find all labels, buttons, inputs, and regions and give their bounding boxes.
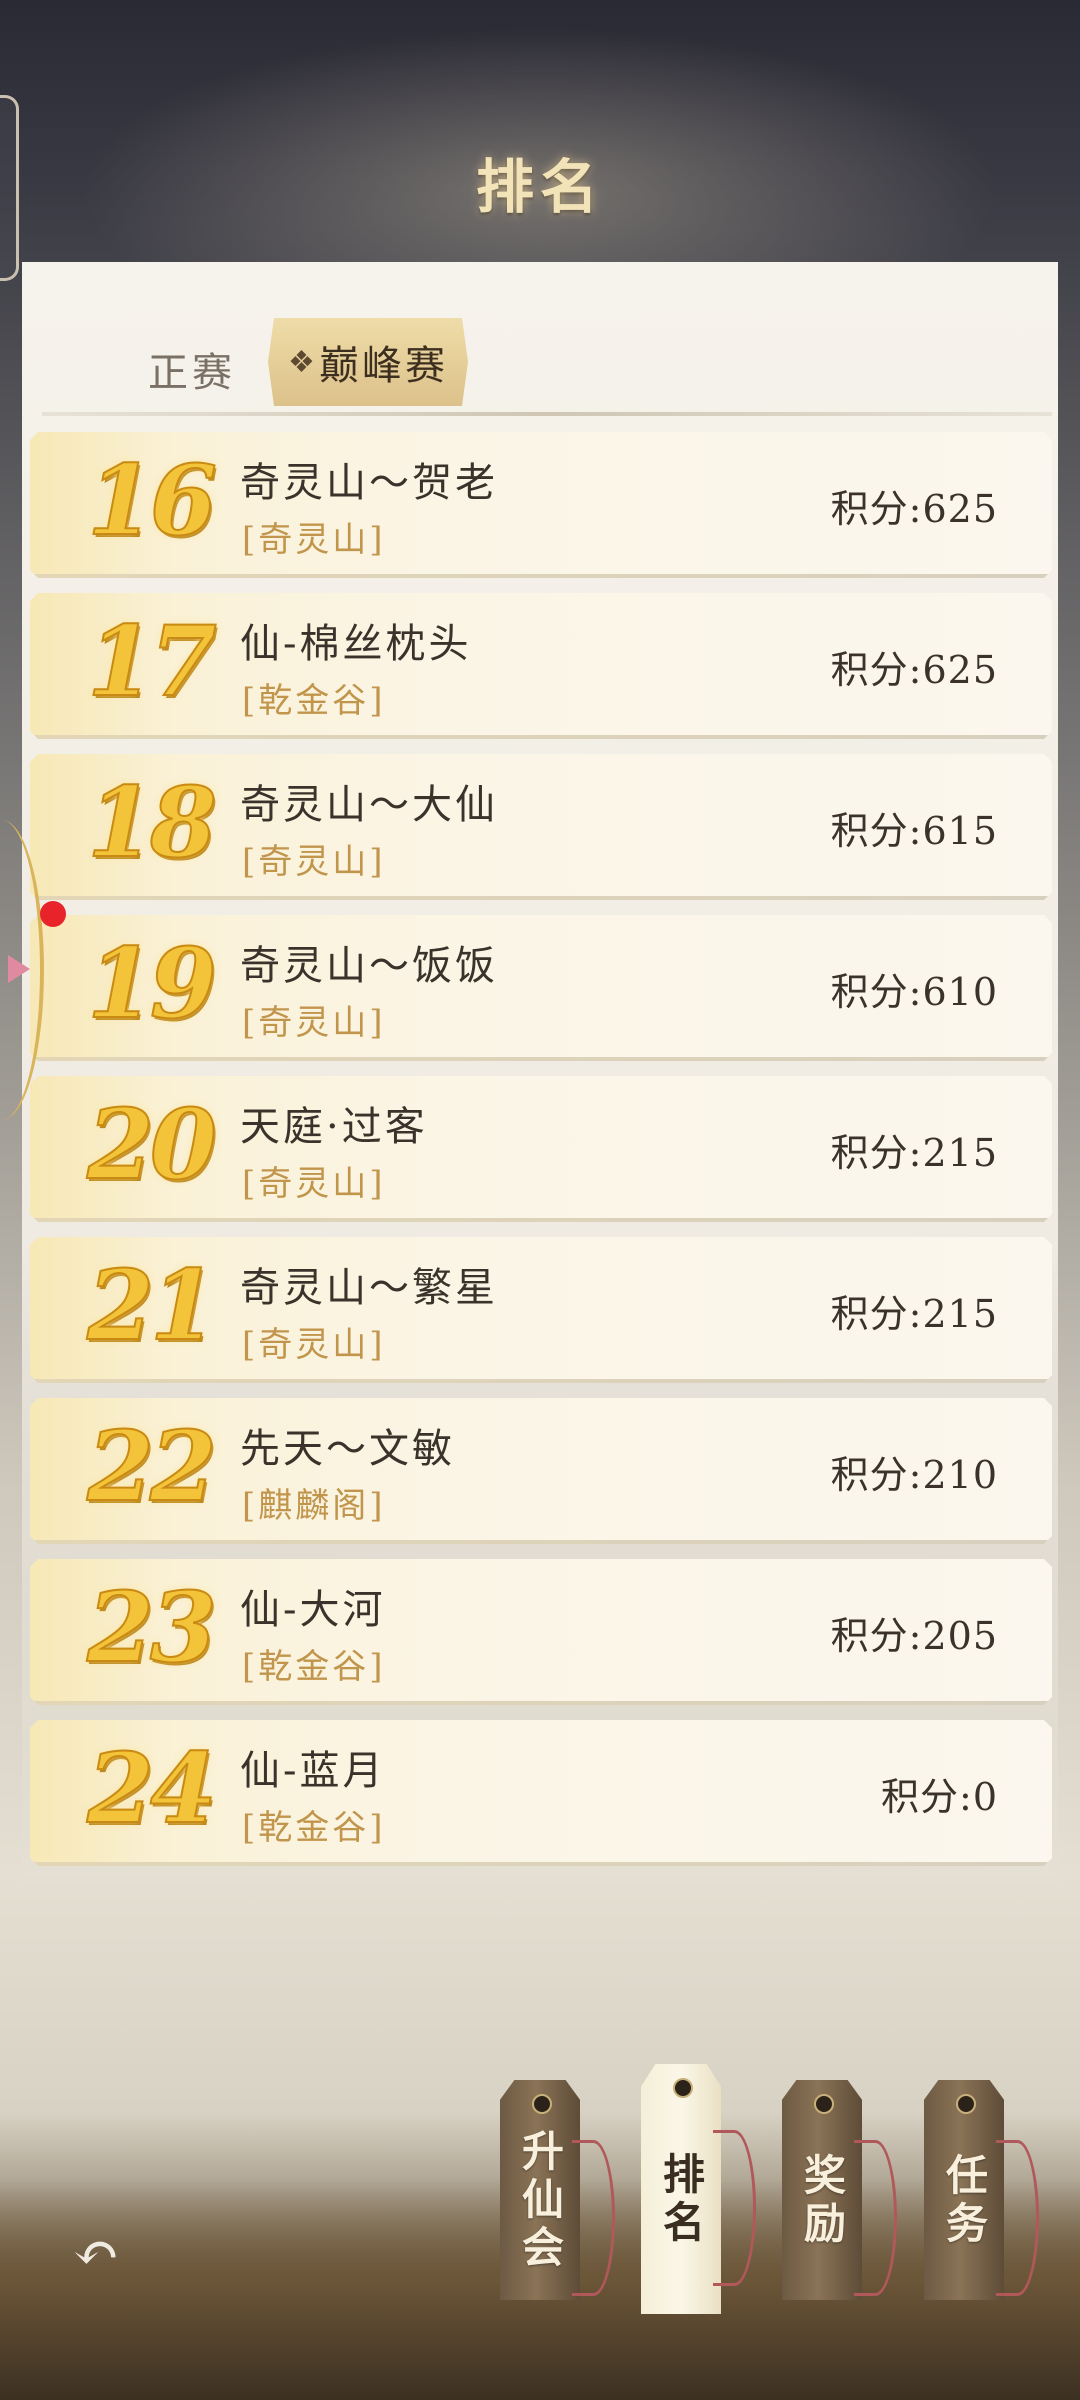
expand-arrow-icon[interactable] [8, 955, 30, 983]
player-guild: [奇灵山] [242, 520, 386, 560]
tag-hole [673, 2078, 693, 2098]
player-name: 仙-棉丝枕头 [240, 621, 472, 667]
tab-divider [42, 412, 1052, 416]
player-guild: [奇灵山] [242, 842, 386, 882]
ranking-row[interactable]: 21 奇灵山～繁星 [奇灵山] 积分:215 [30, 1237, 1052, 1383]
page-title: 排名 [475, 153, 604, 221]
tag-string [996, 2140, 1039, 2296]
ranking-row[interactable]: 24 仙-蓝月 [乾金谷] 积分:0 [30, 1720, 1052, 1866]
rank-number: 24 [87, 1732, 213, 1845]
player-score: 积分:205 [830, 1614, 998, 1658]
tag-hole [956, 2094, 976, 2114]
player-score: 积分:625 [830, 648, 998, 692]
notification-dot [40, 901, 66, 927]
player-guild: [奇灵山] [242, 1325, 386, 1365]
tag-hole [532, 2094, 552, 2114]
ranking-row[interactable]: 17 仙-棉丝枕头 [乾金谷] 积分:625 [30, 593, 1052, 739]
ranking-row[interactable]: 22 先天～文敏 [麒麟阁] 积分:210 [30, 1398, 1052, 1544]
player-score: 积分:625 [830, 487, 998, 531]
nav-tag-ranking[interactable]: 排名 [641, 2064, 721, 2314]
tag-string [572, 2140, 615, 2296]
nav-label: 奖励 [797, 2153, 847, 2249]
player-name: 奇灵山～大仙 [240, 782, 498, 828]
player-guild: [乾金谷] [242, 1808, 386, 1848]
rank-number: 23 [87, 1571, 213, 1684]
nav-label: 排名 [656, 2152, 706, 2248]
player-score: 积分:215 [830, 1292, 998, 1336]
player-score: 积分:0 [881, 1775, 998, 1819]
rank-number: 16 [87, 444, 213, 557]
rank-number: 19 [87, 927, 213, 1040]
ranking-row[interactable]: 20 天庭·过客 [奇灵山] 积分:215 [30, 1076, 1052, 1222]
ranking-list[interactable]: 16 奇灵山～贺老 [奇灵山] 积分:625 17 仙-棉丝枕头 [乾金谷] 积… [30, 432, 1052, 1881]
nav-tag-rewards[interactable]: 奖励 [782, 2080, 862, 2300]
tab-peak-label: 巅峰赛 [318, 343, 448, 389]
tag-hole [814, 2094, 834, 2114]
nav-tag-tasks[interactable]: 任务 [924, 2080, 1004, 2300]
player-name: 仙-大河 [240, 1587, 386, 1633]
rank-number: 17 [87, 605, 213, 718]
player-guild: [奇灵山] [242, 1003, 386, 1043]
player-score: 积分:210 [830, 1453, 998, 1497]
player-name: 天庭·过客 [240, 1104, 428, 1150]
rank-number: 21 [87, 1249, 213, 1362]
player-score: 积分:610 [830, 970, 998, 1014]
nav-label: 任务 [939, 2153, 989, 2249]
tag-string [713, 2130, 756, 2286]
rank-number: 18 [87, 766, 213, 879]
diamond-icon: ❖ [288, 344, 315, 380]
nav-tag-ascend[interactable]: 升仙会 [500, 2080, 580, 2300]
player-name: 仙-蓝月 [240, 1748, 386, 1794]
player-guild: [麒麟阁] [242, 1486, 386, 1526]
player-name: 奇灵山～繁星 [240, 1265, 498, 1311]
nav-label: 升仙会 [515, 2129, 565, 2273]
player-guild: [奇灵山] [242, 1164, 386, 1204]
ranking-row[interactable]: 19 奇灵山～饭饭 [奇灵山] 积分:610 [30, 915, 1052, 1061]
rank-number: 22 [87, 1410, 213, 1523]
player-name: 奇灵山～贺老 [240, 460, 498, 506]
rank-number: 20 [87, 1088, 213, 1201]
tag-string [854, 2140, 897, 2296]
ranking-row[interactable]: 16 奇灵山～贺老 [奇灵山] 积分:625 [30, 432, 1052, 578]
player-score: 积分:215 [830, 1131, 998, 1175]
tab-peak-match[interactable]: ❖ 巅峰赛 [268, 318, 468, 406]
player-score: 积分:615 [830, 809, 998, 853]
tab-main-match[interactable]: 正赛 [148, 340, 236, 398]
player-guild: [乾金谷] [242, 1647, 386, 1687]
ranking-row[interactable]: 23 仙-大河 [乾金谷] 积分:205 [30, 1559, 1052, 1705]
player-name: 先天～文敏 [240, 1426, 455, 1472]
player-name: 奇灵山～饭饭 [240, 943, 498, 989]
player-guild: [乾金谷] [242, 681, 386, 721]
back-arrow-icon[interactable]: ↶ [56, 2224, 136, 2284]
ranking-row[interactable]: 18 奇灵山～大仙 [奇灵山] 积分:615 [30, 754, 1052, 900]
